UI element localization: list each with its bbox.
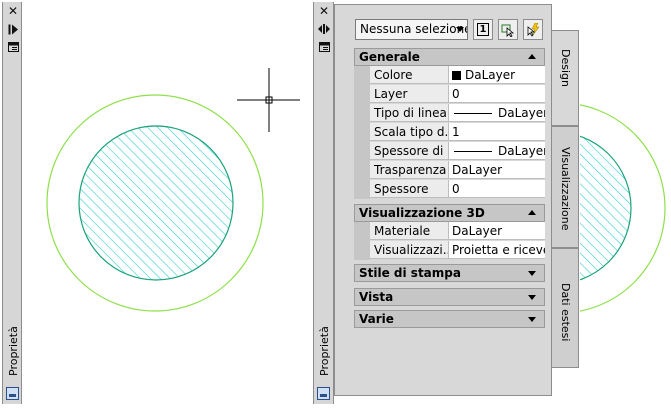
- expand-icon: [528, 271, 536, 276]
- section-title: Stile di stampa: [359, 266, 461, 280]
- property-row-layer[interactable]: Layer 0: [354, 85, 545, 104]
- property-row-scala-tipo[interactable]: Scala tipo d... 1: [354, 123, 545, 142]
- section-vista[interactable]: Vista: [354, 288, 545, 306]
- property-row-spessore[interactable]: Spessore 0: [354, 180, 545, 199]
- left-properties-strip[interactable]: ✕ Proprietà: [2, 2, 22, 404]
- property-row-colore[interactable]: Colore DaLayer: [354, 66, 545, 85]
- section-varie[interactable]: Varie: [354, 310, 545, 328]
- property-label: Spessore di ...: [370, 142, 449, 160]
- properties-menu-icon[interactable]: [317, 41, 331, 53]
- expand-icon: [528, 317, 536, 322]
- property-label: Tipo di linea: [370, 104, 449, 122]
- property-row-trasparenza[interactable]: Trasparenza DaLayer: [354, 161, 545, 180]
- section-title: Varie: [359, 312, 394, 326]
- tab-dati-estesi[interactable]: Dati estesi: [552, 248, 579, 368]
- section-title: Vista: [359, 290, 394, 304]
- property-value[interactable]: DaLayer: [449, 142, 545, 160]
- property-value[interactable]: DaLayer: [449, 104, 545, 122]
- toggle-pickadd-button[interactable]: 1: [473, 19, 493, 40]
- palette-title: Proprietà: [318, 326, 331, 376]
- expand-icon: [528, 295, 536, 300]
- tab-visualizzazione[interactable]: Visualizzazione: [552, 126, 579, 248]
- autohide-icon[interactable]: [317, 23, 331, 35]
- close-icon[interactable]: ✕: [6, 4, 20, 18]
- close-icon[interactable]: ✕: [317, 4, 331, 18]
- selection-dropdown[interactable]: Nessuna selezione: [355, 19, 468, 40]
- crosshair-cursor: [237, 68, 300, 132]
- property-value[interactable]: 0: [449, 180, 545, 198]
- tab-label: Design: [559, 49, 572, 87]
- property-label: Layer: [370, 85, 449, 103]
- value-text: DaLayer: [498, 144, 545, 158]
- chevron-down-icon: [456, 27, 464, 32]
- tab-label: Dati estesi: [559, 283, 572, 342]
- properties-icon: [6, 387, 19, 400]
- toggle-properties-icon[interactable]: [6, 23, 20, 35]
- lineweight-preview: [454, 151, 492, 152]
- property-row-visualizzazione-ombre[interactable]: Visualizzazi... Proietta e riceve...: [354, 241, 545, 260]
- property-label: Materiale: [370, 222, 449, 240]
- collapse-icon: [528, 210, 536, 215]
- value-text: DaLayer: [498, 106, 545, 120]
- tab-label: Visualizzazione: [559, 147, 572, 231]
- section-title: Generale: [359, 50, 420, 64]
- property-value[interactable]: DaLayer: [449, 66, 545, 84]
- property-label: Colore: [370, 66, 449, 84]
- property-row-tipo-di-linea[interactable]: Tipo di linea DaLayer: [354, 104, 545, 123]
- color-swatch: [452, 71, 461, 80]
- collapse-icon: [528, 54, 536, 59]
- section-visualizzazione-3d[interactable]: Visualizzazione 3D: [354, 204, 545, 222]
- property-label: Spessore: [370, 180, 449, 198]
- palette-title: Proprietà: [7, 326, 20, 376]
- right-properties-strip[interactable]: ✕ Proprietà: [313, 2, 334, 404]
- select-objects-icon: [501, 24, 515, 37]
- linetype-preview: [454, 113, 492, 114]
- quick-select-icon: [527, 22, 540, 37]
- properties-menu-icon[interactable]: [6, 41, 20, 53]
- property-value[interactable]: 0: [449, 85, 545, 103]
- selection-value: Nessuna selezione: [360, 22, 468, 36]
- value-text: DaLayer: [465, 68, 516, 82]
- property-row-materiale[interactable]: Materiale DaLayer: [354, 222, 545, 241]
- property-label: Trasparenza: [370, 161, 449, 179]
- property-value[interactable]: 1: [449, 123, 545, 141]
- select-objects-button[interactable]: [498, 19, 518, 40]
- section-title: Visualizzazione 3D: [359, 206, 485, 220]
- section-stile-di-stampa[interactable]: Stile di stampa: [354, 264, 545, 282]
- tab-design[interactable]: Design: [552, 30, 579, 126]
- pickadd-label: 1: [476, 23, 490, 36]
- property-value[interactable]: DaLayer: [449, 161, 545, 179]
- properties-icon: [317, 387, 330, 400]
- section-generale[interactable]: Generale: [354, 48, 545, 66]
- property-label: Scala tipo d...: [370, 123, 449, 141]
- property-row-spessore-di[interactable]: Spessore di ... DaLayer: [354, 142, 545, 161]
- property-label: Visualizzazi...: [370, 241, 449, 259]
- property-value[interactable]: DaLayer: [449, 222, 545, 240]
- hatched-circle[interactable]: [78, 125, 234, 281]
- property-value[interactable]: Proietta e riceve...: [449, 241, 545, 259]
- quick-select-button[interactable]: [523, 19, 543, 40]
